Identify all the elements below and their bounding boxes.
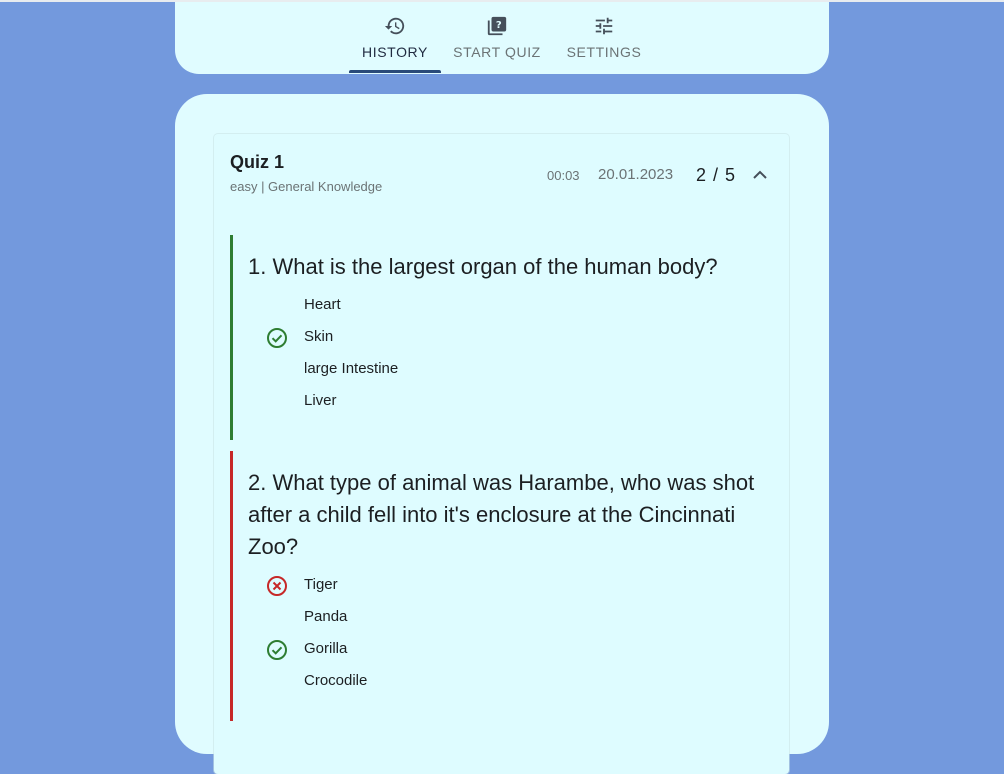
answer-item: Skin (304, 328, 334, 345)
cancel-circle-icon (266, 575, 288, 597)
tab-start-quiz-label: START QUIZ (453, 44, 541, 60)
question-1: 1. What is the largest organ of the huma… (230, 235, 773, 440)
tab-start-quiz[interactable]: ? START QUIZ (453, 2, 541, 74)
answer-item: Panda (304, 608, 348, 625)
answer-item: Liver (304, 392, 337, 409)
chevron-up-icon[interactable] (751, 168, 769, 182)
check-circle-icon (266, 639, 288, 661)
question-1-text: 1. What is the largest organ of the huma… (248, 254, 718, 279)
question-2: 2. What type of animal was Harambe, who … (230, 451, 773, 721)
answer-item: Tiger (304, 576, 338, 593)
tune-icon (592, 14, 616, 38)
check-circle-icon (266, 327, 288, 349)
quiz-panel: Quiz 1 easy | General Knowledge 00:03 20… (214, 134, 789, 774)
answer-item: Crocodile (304, 672, 368, 689)
answer-item: Gorilla (304, 640, 348, 657)
quiz-title: Quiz 1 (230, 152, 285, 172)
answer-item: Heart (304, 296, 341, 313)
tab-history[interactable]: HISTORY (349, 2, 441, 74)
quiz-subtitle: easy | General Knowledge (230, 179, 383, 194)
quiz-time: 00:03 (547, 168, 580, 183)
quiz-score: 2 / 5 (696, 165, 737, 185)
answer-item: large Intestine (304, 360, 399, 377)
tab-history-label: HISTORY (362, 44, 428, 60)
svg-text:?: ? (496, 20, 502, 31)
tab-settings-label: SETTINGS (566, 44, 642, 60)
quiz-date: 20.01.2023 (598, 166, 674, 183)
quiz-icon: ? (485, 14, 509, 38)
history-card: Quiz 1 easy | General Knowledge 00:03 20… (175, 94, 829, 774)
tab-settings[interactable]: SETTINGS (565, 2, 643, 74)
history-icon (383, 14, 407, 38)
nav-bar: HISTORY ? START QUIZ SETTINGS (175, 2, 829, 74)
question-2-text: 2. What type of animal was Harambe, who … (248, 470, 755, 559)
active-tab-indicator (349, 70, 441, 73)
